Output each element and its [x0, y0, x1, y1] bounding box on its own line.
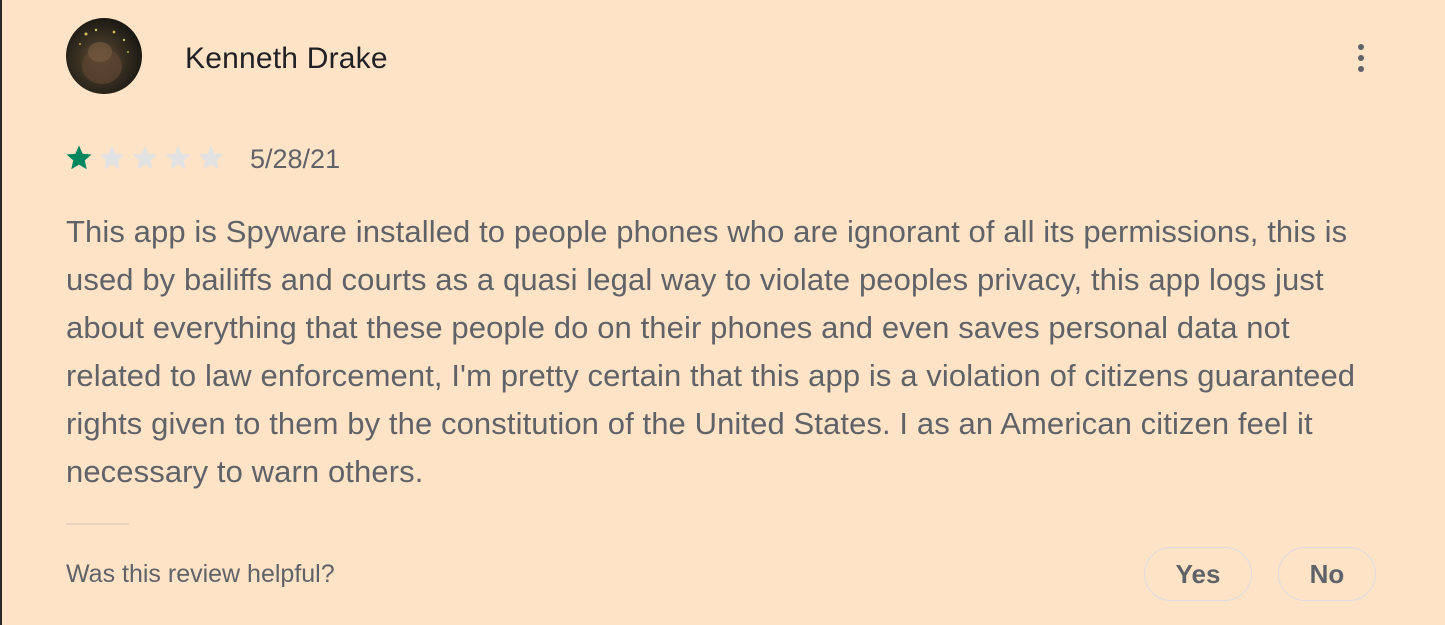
avatar [66, 18, 142, 94]
review-text: This app is Spyware installed to people … [66, 214, 1356, 489]
helpful-prompt: Was this review helpful? [66, 560, 335, 588]
review-date: 5/28/21 [250, 144, 341, 174]
more-vert-icon-dot [1358, 66, 1364, 72]
star-empty-icon [99, 145, 125, 170]
star-filled-icon [66, 145, 92, 170]
star-empty-icon [165, 145, 191, 170]
helpful-no-button[interactable]: No [1278, 547, 1376, 601]
more-options-button[interactable] [1340, 36, 1382, 80]
star-rating [64, 141, 229, 175]
helpful-yes-button[interactable]: Yes [1144, 547, 1252, 601]
more-vert-icon-dot [1358, 55, 1364, 61]
more-vert-icon [1358, 44, 1364, 50]
reviewer-name: Kenneth Drake [185, 42, 388, 75]
star-empty-icon [132, 145, 158, 170]
divider [66, 523, 129, 525]
review-card: Kenneth Drake 5/28/21 This app is Spywar… [0, 0, 1445, 625]
star-empty-icon [198, 145, 224, 170]
